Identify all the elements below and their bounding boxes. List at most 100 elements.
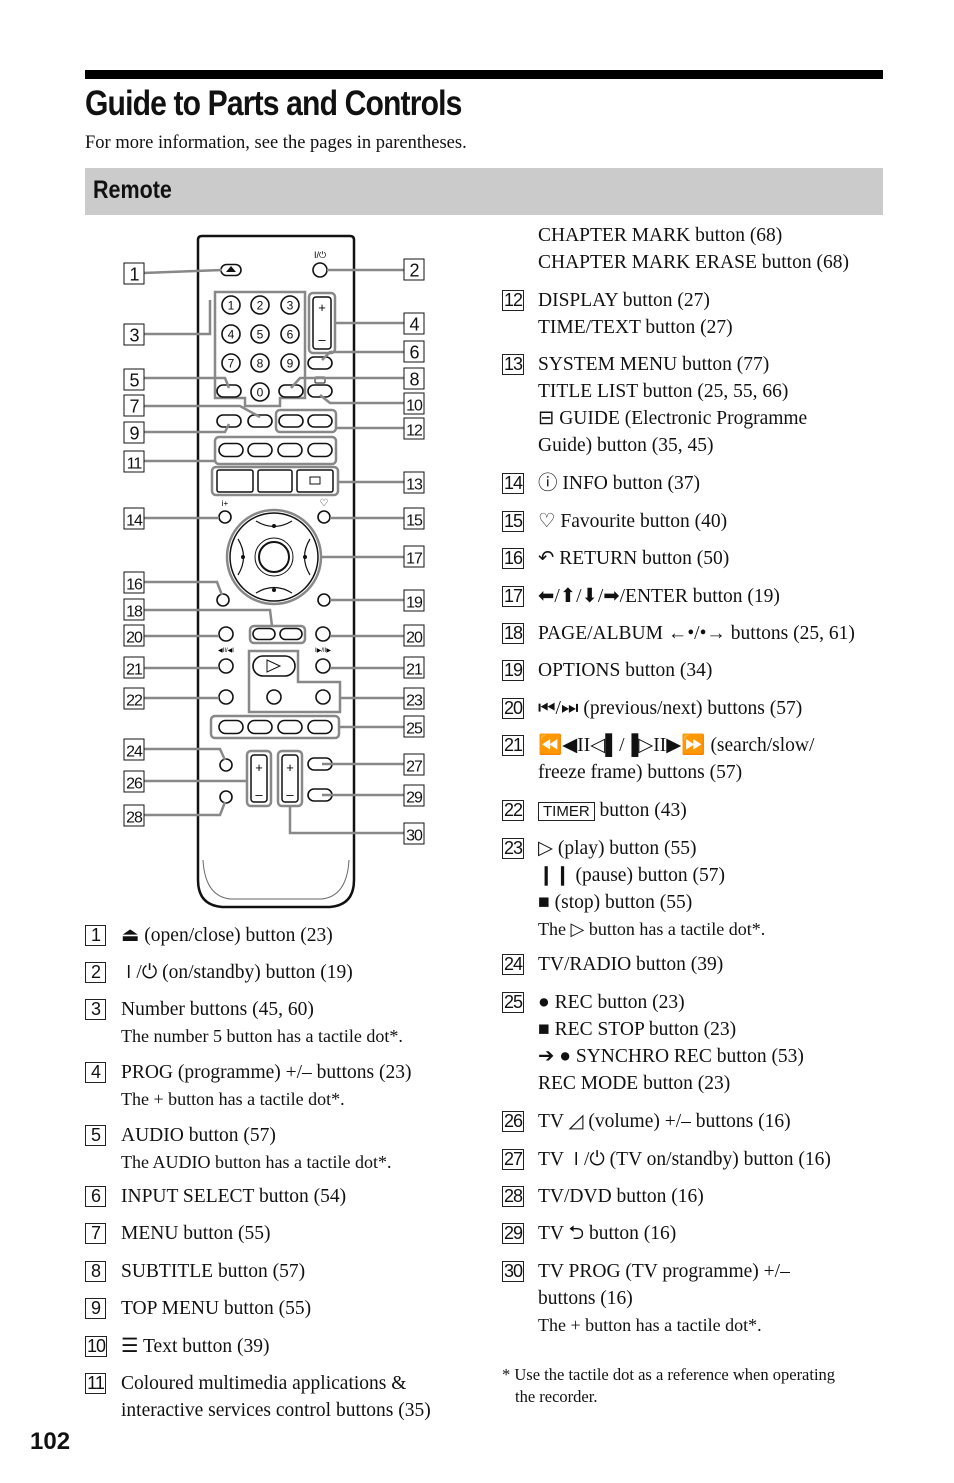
search-forward-button xyxy=(315,658,331,674)
callout-box xyxy=(123,394,145,417)
item-description: SUBTITLE button (57) xyxy=(121,1258,305,1285)
callout-number: 1 xyxy=(129,265,139,285)
item-number-box: 6 xyxy=(85,1186,106,1207)
item-number-box: 27 xyxy=(502,1149,525,1170)
number-button xyxy=(221,324,241,344)
page-album-group xyxy=(248,624,307,645)
item-number-box: 17 xyxy=(502,586,525,607)
callout-number: 24 xyxy=(126,744,143,761)
keypad-digit: 8 xyxy=(257,357,264,371)
callout-number: 19 xyxy=(406,595,423,612)
callout-box xyxy=(123,624,145,647)
rec-stop-button xyxy=(247,719,273,735)
callout-box xyxy=(403,312,425,335)
item-line: ☰ Text button (39) xyxy=(121,1336,270,1357)
item-line: TV/DVD button (16) xyxy=(538,1186,704,1207)
leader-line xyxy=(143,747,227,761)
item-description: SYSTEM MENU button (77) TITLE LIST button… xyxy=(538,351,807,459)
tv-radio-button xyxy=(219,758,233,772)
item-line: INPUT SELECT button (54) xyxy=(121,1186,347,1207)
callout-box xyxy=(403,822,425,845)
item-line: buttons (16) xyxy=(538,1288,633,1309)
display-group xyxy=(274,408,338,434)
item-number-box: 4 xyxy=(85,1062,106,1083)
item-number-box: 8 xyxy=(85,1261,106,1282)
prog-group xyxy=(307,291,337,355)
item-line: CHAPTER MARK ERASE button (68) xyxy=(538,252,849,273)
callout-number: 23 xyxy=(406,693,423,710)
tv-volume-rocker xyxy=(250,754,268,803)
item-description: TV ◿ (volume) +/– buttons (16) xyxy=(538,1108,791,1135)
tv-prog-group xyxy=(276,749,304,808)
item-description: OPTIONS button (34) xyxy=(538,657,712,684)
callout-box xyxy=(123,598,145,621)
number-button xyxy=(250,324,270,344)
callout-number: 11 xyxy=(127,456,143,473)
item-description: ▷ (play) button (55) ❙❙ (pause) button (5… xyxy=(538,835,765,943)
arrow-icon xyxy=(272,588,276,592)
callout-box xyxy=(123,738,145,761)
colour-button xyxy=(218,442,244,458)
callout-number: 15 xyxy=(406,513,423,530)
callout-number: 20 xyxy=(406,630,423,647)
item-line: CHAPTER MARK button (68) xyxy=(538,225,783,246)
arrow-icon xyxy=(303,555,307,559)
colour-button xyxy=(247,442,273,458)
timer-button xyxy=(218,689,234,705)
item-description: TV ⏽/⏻ (TV on/standby) button (16) xyxy=(538,1146,831,1173)
item-line-rest: button (43) xyxy=(594,800,687,821)
callout-number: 14 xyxy=(126,513,143,530)
callout-number: 17 xyxy=(406,551,423,568)
enter-button xyxy=(258,541,290,573)
leader-line xyxy=(290,376,404,389)
item-line: freeze frame) buttons (57) xyxy=(538,762,743,783)
item-line: ⏽/⏻ (on/standby) button (19) xyxy=(121,962,353,983)
callout-number: 25 xyxy=(406,721,423,738)
item-line: OPTIONS button (34) xyxy=(538,660,713,681)
item-line: SUBTITLE button (57) xyxy=(121,1261,306,1282)
item-description: ⓘ INFO button (37) xyxy=(538,470,700,497)
page-album-left-button xyxy=(252,627,276,641)
item-line: ⏪◀II◁▌/▐▷II▶⏩ (search/slow/ xyxy=(538,735,815,756)
item-number-box: 21 xyxy=(502,735,525,756)
item-line: ⬅/⬆/⬇/➡/ENTER button (19) xyxy=(538,586,780,607)
item-line: ■ REC STOP button (23) xyxy=(538,1019,737,1040)
keypad-digit: 5 xyxy=(257,328,264,342)
number-button xyxy=(221,295,241,315)
callout-box xyxy=(403,258,425,281)
favourite-button xyxy=(317,510,331,524)
item-number-box: 10 xyxy=(85,1336,108,1357)
section-title: Remote xyxy=(93,176,172,204)
favourite-icon: ♡ xyxy=(320,498,329,509)
item-note: The + button has a tactile dot*. xyxy=(121,1089,345,1109)
dpad-group xyxy=(225,508,323,606)
callout-box xyxy=(123,323,145,346)
item-line: SYSTEM MENU button (77) xyxy=(538,354,770,375)
colour-button xyxy=(307,442,333,458)
callout-box xyxy=(123,804,145,827)
leader-line xyxy=(319,394,404,405)
return-button xyxy=(216,593,230,607)
leader-line xyxy=(143,801,227,817)
text-icon xyxy=(314,376,326,384)
callout-number: 12 xyxy=(406,423,423,440)
item-line: TV PROG (TV programme) +/– xyxy=(538,1261,790,1282)
item-description: TV/DVD button (16) xyxy=(538,1183,704,1210)
keypad-digit: 6 xyxy=(287,328,294,342)
colour-buttons-group xyxy=(213,435,338,466)
options-button xyxy=(317,593,331,607)
item-number-box: 2 xyxy=(85,962,106,983)
next-button xyxy=(315,626,331,642)
keypad-digit: 9 xyxy=(287,357,294,371)
callout-box xyxy=(403,367,425,390)
item-description: PAGE/ALBUM ←•/•→ buttons (25, 61) xyxy=(538,620,855,647)
keypad-digit: 0 xyxy=(257,386,264,400)
item-description: Number buttons (45, 60) The number 5 butt… xyxy=(121,996,403,1050)
enter-ring xyxy=(254,537,294,577)
callout-number: 10 xyxy=(406,398,423,415)
guide-icon xyxy=(309,476,321,485)
prog-minus: – xyxy=(318,332,326,347)
leader-line xyxy=(143,376,231,389)
callout-number: 5 xyxy=(129,371,139,391)
page-number: 102 xyxy=(30,1428,71,1455)
